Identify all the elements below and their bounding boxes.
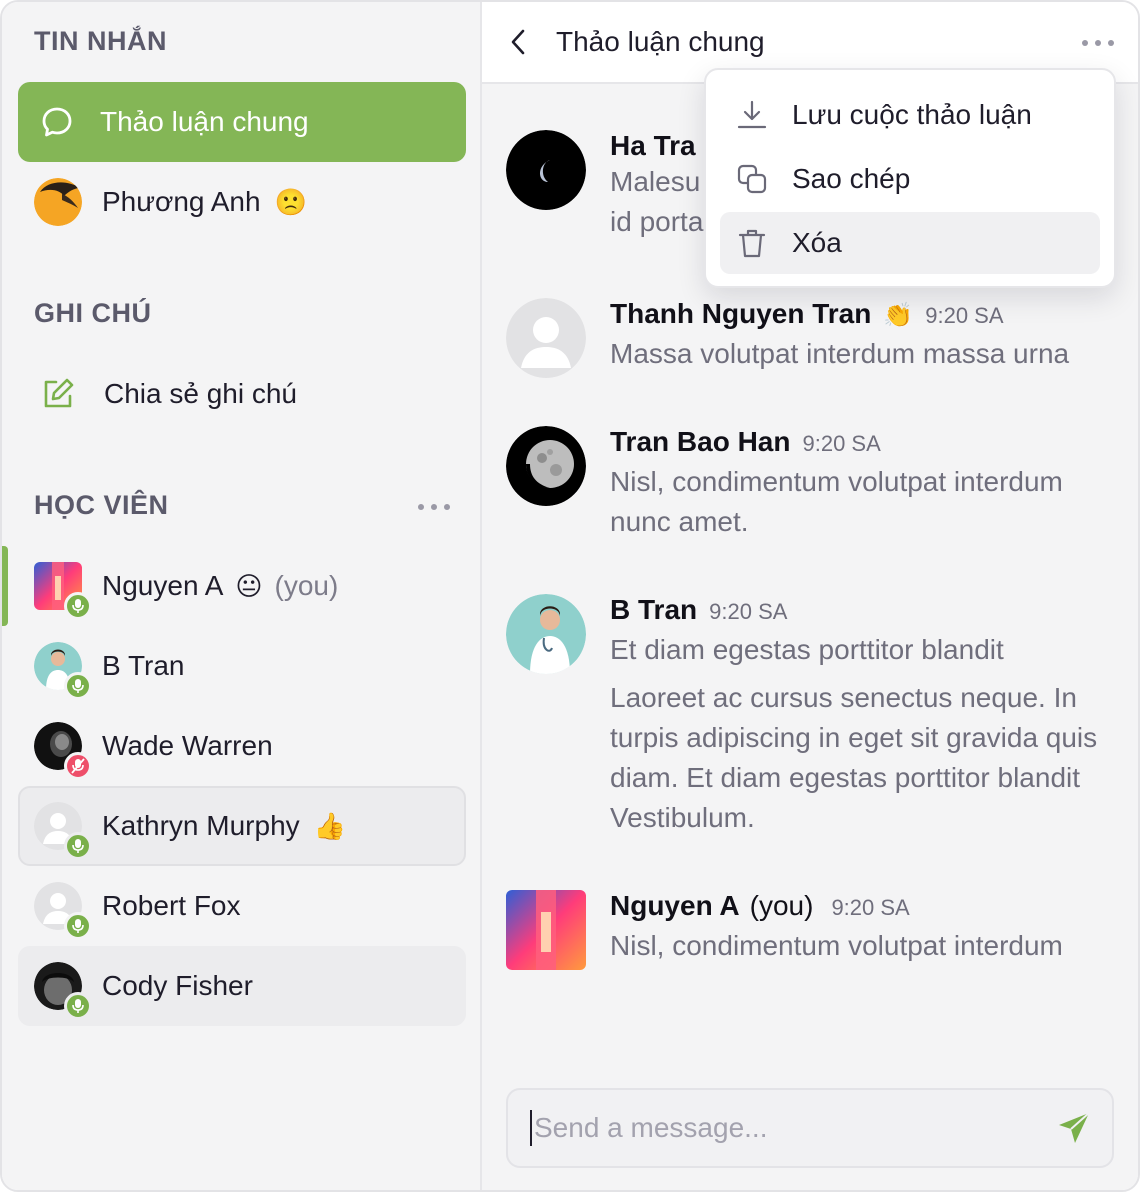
mic-on-icon bbox=[64, 912, 92, 940]
message-text: Nisl, condimentum volutpat interdum bbox=[610, 930, 1063, 961]
message-time: 9:20 SA bbox=[802, 431, 881, 456]
message-item: Tran Bao Han 9:20 SA Nisl, condimentum v… bbox=[506, 426, 1114, 556]
avatar bbox=[34, 962, 92, 1020]
message-author: Nguyen A bbox=[610, 890, 740, 921]
message-time: 9:20 SA bbox=[709, 599, 788, 624]
send-icon[interactable] bbox=[1056, 1110, 1092, 1146]
message-time: 9:20 SA bbox=[831, 895, 910, 920]
message-input[interactable] bbox=[534, 1112, 1034, 1144]
students-more-button[interactable] bbox=[418, 504, 450, 510]
message-text: Laoreet ac cursus senectus neque. In tur… bbox=[610, 682, 1098, 833]
back-button[interactable] bbox=[508, 28, 536, 56]
avatar bbox=[34, 882, 92, 940]
trash-icon bbox=[738, 229, 766, 258]
chat-bubble-icon bbox=[42, 107, 72, 137]
student-name: B Tran bbox=[102, 650, 185, 681]
message-author: Tran Bao Han bbox=[610, 426, 791, 457]
reaction-emoji: 👏 bbox=[883, 302, 914, 329]
student-name: Wade Warren bbox=[102, 730, 273, 761]
message-author: B Tran bbox=[610, 594, 698, 625]
edit-note-icon bbox=[44, 378, 74, 408]
sidebar-item-label: Thảo luận chung bbox=[100, 106, 309, 137]
student-row-wade-warren[interactable]: Wade Warren bbox=[18, 706, 466, 786]
student-row-b-tran[interactable]: B Tran bbox=[18, 626, 466, 706]
avatar-placeholder bbox=[506, 298, 586, 378]
you-tag: (you) bbox=[749, 890, 814, 921]
menu-item-copy[interactable]: Sao chép bbox=[720, 148, 1100, 210]
avatar-image bbox=[34, 178, 82, 226]
avatar bbox=[34, 562, 92, 620]
more-options-button[interactable] bbox=[1082, 40, 1114, 46]
student-name: Nguyen A bbox=[102, 570, 224, 601]
status-emoji: 👍 bbox=[313, 810, 347, 841]
student-row-nguyen-a[interactable]: Nguyen A 😐 (you) bbox=[18, 546, 466, 626]
sidebar-item-general-discussion[interactable]: Thảo luận chung bbox=[18, 82, 466, 162]
student-name: Kathryn Murphy bbox=[102, 810, 300, 841]
app-window: TIN NHẮN Thảo luận chung Phương Anh 🙁 GH… bbox=[0, 0, 1140, 1192]
options-menu: Lưu cuộc thảo luận Sao chép Xóa bbox=[704, 68, 1116, 288]
message-text: Massa volutpat interdum massa urna bbox=[610, 338, 1070, 369]
student-name: Robert Fox bbox=[102, 890, 241, 921]
students-section-title: HỌC VIÊN bbox=[34, 490, 169, 520]
sidebar: TIN NHẮN Thảo luận chung Phương Anh 🙁 GH… bbox=[2, 2, 482, 1190]
active-indicator bbox=[2, 546, 8, 626]
download-icon bbox=[737, 100, 767, 129]
sidebar-item-label: Chia sẻ ghi chú bbox=[104, 378, 298, 409]
mic-on-icon bbox=[64, 992, 92, 1020]
menu-item-label: Lưu cuộc thảo luận bbox=[792, 99, 1032, 130]
message-item: B Tran 9:20 SA Et diam egestas porttitor… bbox=[506, 594, 1114, 844]
menu-item-label: Xóa bbox=[792, 227, 842, 258]
mic-on-icon bbox=[64, 592, 92, 620]
sidebar-item-share-notes[interactable]: Chia sẻ ghi chú bbox=[18, 354, 466, 434]
you-tag: (you) bbox=[274, 570, 339, 601]
student-row-robert-fox[interactable]: Robert Fox bbox=[18, 866, 466, 946]
mic-off-icon bbox=[64, 752, 92, 780]
sidebar-item-label: Phương Anh bbox=[102, 186, 261, 217]
sidebar-item-phuong-anh[interactable]: Phương Anh 🙁 bbox=[18, 162, 466, 242]
avatar bbox=[506, 130, 586, 210]
message-text: Nisl, condimentum volutpat interdum nunc… bbox=[610, 466, 1063, 537]
avatar bbox=[34, 802, 92, 860]
page-title: Thảo luận chung bbox=[556, 26, 765, 57]
student-row-kathryn-murphy[interactable]: Kathryn Murphy 👍 bbox=[18, 786, 466, 866]
message-time: 9:20 SA bbox=[925, 303, 1004, 328]
menu-item-delete[interactable]: Xóa bbox=[720, 212, 1100, 274]
messages-section-title: TIN NHẮN bbox=[34, 26, 167, 56]
avatar bbox=[34, 722, 92, 780]
notes-section-title: GHI CHÚ bbox=[34, 298, 152, 328]
chevron-left-icon bbox=[511, 29, 525, 55]
mic-on-icon bbox=[64, 832, 92, 860]
status-emoji: 🙁 bbox=[274, 186, 307, 217]
message-item: Thanh Nguyen Tran 👏 9:20 SA Massa volutp… bbox=[506, 298, 1114, 388]
menu-item-save-discussion[interactable]: Lưu cuộc thảo luận bbox=[720, 84, 1100, 146]
status-emoji: 😐 bbox=[235, 570, 263, 601]
avatar bbox=[34, 642, 92, 700]
avatar bbox=[506, 426, 586, 506]
avatar bbox=[506, 594, 586, 674]
message-author: Thanh Nguyen Tran bbox=[610, 298, 872, 329]
student-row-cody-fisher[interactable]: Cody Fisher bbox=[18, 946, 466, 1026]
avatar bbox=[34, 178, 82, 226]
message-composer bbox=[506, 1088, 1114, 1168]
mic-on-icon bbox=[64, 672, 92, 700]
message-text: Et diam egestas porttitor blandit bbox=[610, 634, 1004, 665]
menu-item-label: Sao chép bbox=[792, 163, 911, 194]
message-item: Nguyen A (you) 9:20 SA Nisl, condimentum… bbox=[506, 890, 1114, 980]
avatar bbox=[506, 890, 586, 970]
text-caret bbox=[530, 1110, 532, 1146]
copy-icon bbox=[737, 164, 767, 194]
student-name: Cody Fisher bbox=[102, 970, 253, 1001]
